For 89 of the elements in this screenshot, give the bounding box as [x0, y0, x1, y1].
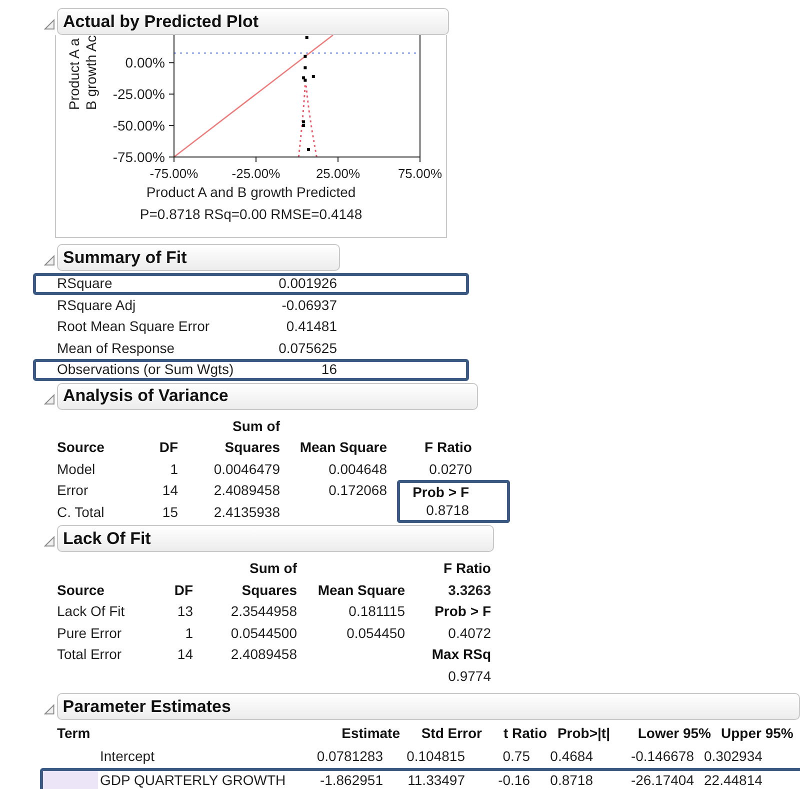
table-cell-text: Source — [57, 580, 104, 600]
table-cell-text: 0.054450 — [346, 624, 405, 643]
table-cell-text: 0.8718 — [550, 770, 593, 789]
fit-statistics: P=0.8718 RSq=0.00 RMSE=0.4148 — [140, 205, 362, 224]
stat-label: RSquare — [57, 274, 114, 294]
table-cell-text: Sum of — [250, 559, 297, 578]
table-cell-text: DF — [174, 580, 193, 600]
table-cell-text: 2.4089458 — [214, 481, 280, 500]
section-header[interactable]: Lack Of Fit — [57, 525, 494, 552]
table-cell-text: GDP QUARTERLY GROWTH — [100, 770, 286, 789]
table-cell-text: C. Total — [57, 502, 104, 522]
table-cell-text: 1 — [185, 624, 193, 643]
table-cell-text: 2.3544958 — [230, 602, 297, 622]
column-header: t Ratio — [503, 724, 547, 743]
axis-title: B growth Ac — [83, 35, 99, 110]
table-cell-text: 2.4135938 — [214, 502, 280, 522]
table-cell-text: 0.104815 — [406, 746, 465, 766]
section-header[interactable]: Summary of Fit — [57, 244, 340, 271]
stat-label: Observations (or Sum Wgts) — [57, 360, 235, 380]
table-cell-text: 13 — [177, 602, 193, 622]
stat-cell-text: Prob > F — [434, 602, 492, 622]
column-header: Term — [57, 724, 90, 743]
tick-label: 25.00% — [316, 166, 360, 181]
table-cell-text: 14 — [177, 645, 193, 664]
tick-label: -25.00% — [112, 86, 165, 102]
table-cell-text: 0.302934 — [704, 746, 762, 766]
tick-label: -25.00% — [232, 166, 280, 181]
table-cell-text: 0.0544500 — [230, 624, 297, 643]
table-cell-text: Intercept — [100, 746, 154, 766]
table-cell-text: 0.75 — [502, 746, 530, 766]
tick-label: -75.00% — [150, 166, 198, 181]
tick-label: 0.00% — [125, 54, 165, 71]
column-header: Estimate — [342, 724, 400, 743]
table-cell-text: Error — [57, 481, 88, 500]
table-cell-text: Source — [57, 438, 104, 458]
table-cell-text: 0.0046479 — [214, 460, 280, 479]
table-cell-text: 2.4089458 — [230, 645, 297, 664]
table-cell-text: 0.181115 — [348, 602, 405, 622]
column-header: Lower 95% — [638, 724, 711, 743]
stat-cell-text: 0.0270 — [428, 460, 473, 479]
stat-cell-text: F Ratio — [424, 438, 473, 458]
column-header: Prob>|t| — [557, 724, 610, 744]
table-cell-text: Pure Error — [57, 624, 122, 643]
table-cell-text: -1.862951 — [320, 770, 383, 789]
table-cell-text: -26.17404 — [630, 770, 694, 789]
stat-label: RSquare Adj — [57, 296, 137, 315]
table-cell-text: DF — [159, 438, 178, 458]
stat-cell-text: 0.4072 — [447, 624, 492, 643]
section-header[interactable]: Parameter Estimates — [56, 693, 800, 720]
stat-value: 0.001926 — [278, 274, 337, 294]
table-cell-text: 1 — [170, 460, 178, 479]
table-cell-text: 0.172068 — [328, 481, 387, 500]
table-cell-text: Squares — [242, 580, 297, 600]
stat-cell-text: Max RSq — [430, 645, 492, 664]
column-header: Upper 95% — [721, 724, 794, 743]
tick-label: 75.00% — [398, 166, 442, 181]
column-header: Std Error — [421, 724, 482, 743]
table-cell-text: 22.44814 — [704, 770, 762, 789]
stat-cell-text: 3.3263 — [447, 580, 492, 600]
section-header[interactable]: Analysis of Variance — [57, 382, 478, 410]
table-cell-text: -0.16 — [498, 770, 530, 789]
tick-label: -75.00% — [112, 149, 165, 165]
table-cell-text: Total Error — [57, 645, 122, 664]
table-cell-text: 0.0781283 — [316, 746, 383, 766]
axis-title: Product A a — [66, 38, 82, 110]
table-cell-text: 0.4684 — [550, 746, 593, 766]
tick-label: -50.00% — [112, 118, 165, 134]
table-cell-text: Lack Of Fit — [57, 602, 125, 622]
section-header[interactable]: Actual by Predicted Plot — [57, 8, 449, 35]
table-cell-text: 15 — [162, 502, 178, 522]
stat-cell-text: 0.9774 — [447, 666, 492, 686]
axis-title: Product A and B growth Predicted — [146, 183, 356, 202]
table-cell-text: Model — [57, 460, 96, 479]
table-cell-text: 11.33497 — [408, 770, 465, 789]
stat-label: Root Mean Square Error — [57, 317, 211, 336]
stat-value: 16 — [320, 360, 337, 380]
table-cell-text: Squares — [224, 438, 280, 458]
table-cell-text: 14 — [162, 481, 178, 500]
table-cell-text: Sum of — [232, 416, 280, 436]
table-cell-text: Mean Square — [300, 438, 387, 458]
stat-cell-text: F Ratio — [442, 559, 492, 578]
stat-value: -0.06937 — [280, 296, 337, 315]
stat-label: Mean of Response — [57, 338, 176, 358]
table-cell-text: -0.146678 — [630, 746, 694, 766]
table-cell-text: 0.004648 — [328, 460, 387, 479]
stat-value: 0.41481 — [285, 317, 337, 336]
table-cell-text: Mean Square — [318, 580, 405, 600]
stat-value: 0.075625 — [278, 338, 337, 358]
stat-cell: Prob > F — [397, 480, 510, 502]
